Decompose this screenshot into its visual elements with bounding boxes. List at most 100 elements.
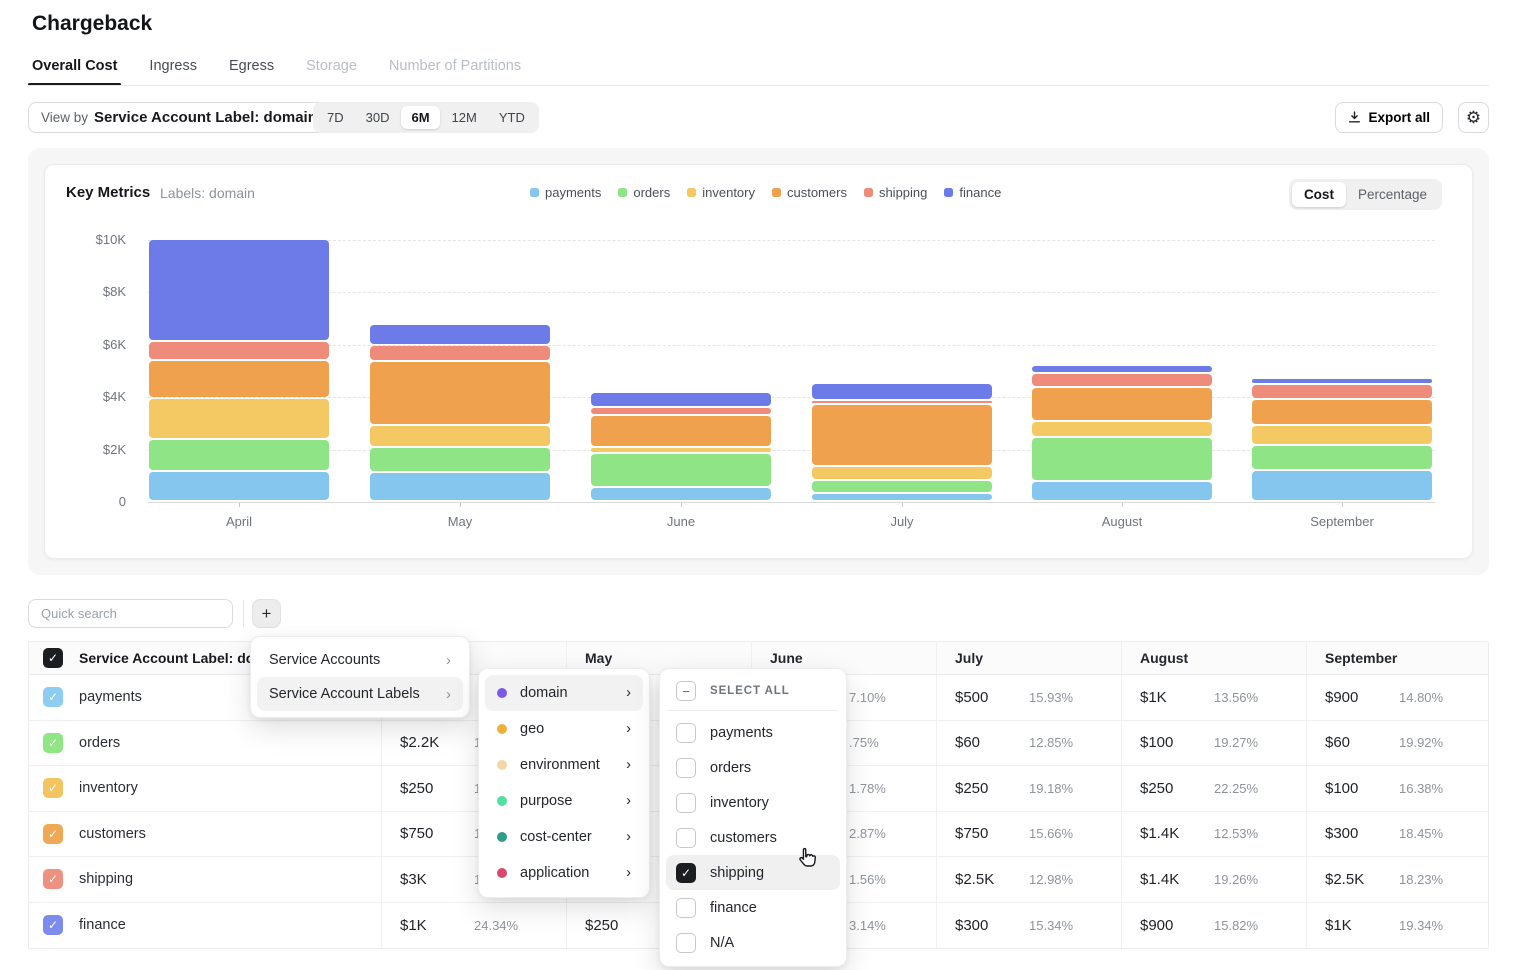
value-option-finance[interactable]: finance: [666, 890, 840, 925]
bar-segment-inventory: [1032, 422, 1212, 436]
cell-percentage: 22.25%: [1214, 781, 1258, 796]
value-option-label: inventory: [710, 795, 769, 811]
legend-item-finance[interactable]: finance: [944, 185, 1001, 200]
row-checkbox-inventory[interactable]: ✓: [43, 778, 63, 798]
value-checkbox-finance[interactable]: [676, 898, 696, 918]
tab-storage[interactable]: Storage: [306, 58, 357, 86]
bar-segment-inventory: [812, 467, 992, 479]
export-all-button[interactable]: Export all: [1335, 102, 1443, 133]
label-color-dot: [497, 796, 507, 806]
cell-august: $1.4K19.26%: [1121, 857, 1306, 902]
range-12m[interactable]: 12M: [442, 106, 487, 129]
cell-september: $6019.92%: [1306, 721, 1490, 766]
value-checkbox-orders[interactable]: [676, 758, 696, 778]
range-6m[interactable]: 6M: [401, 106, 439, 129]
x-axis-label: July: [812, 514, 992, 529]
submenu-item-purpose[interactable]: purpose›: [485, 783, 643, 819]
cell-value: $750: [955, 825, 1029, 842]
label-values-dropdown: −SELECT ALL paymentsorders inventory custom…: [659, 668, 847, 967]
value-option-customers[interactable]: customers: [666, 820, 840, 855]
value-checkbox-payments[interactable]: [676, 723, 696, 743]
search-input[interactable]: [28, 599, 233, 628]
select-all-rows-checkbox[interactable]: ✓: [43, 648, 63, 668]
bar-segment-finance: [812, 384, 992, 399]
value-option-inventory[interactable]: inventory: [666, 785, 840, 820]
settings-button[interactable]: ⚙: [1458, 102, 1489, 133]
cell-september: $10016.38%: [1306, 766, 1490, 811]
row-label-cell: ✓shipping: [29, 857, 381, 902]
tab-egress[interactable]: Egress: [229, 58, 274, 86]
submenu-item-label: purpose: [520, 793, 613, 809]
cell-august: $25022.25%: [1121, 766, 1306, 811]
value-option-shipping[interactable]: ✓ shipping: [666, 855, 840, 890]
select-all-checkbox[interactable]: −: [676, 681, 696, 701]
bar-segment-finance: [370, 325, 550, 344]
x-axis-label: April: [149, 514, 329, 529]
bar-segment-payments: [1252, 471, 1432, 500]
tab-number-of-partitions[interactable]: Number of Partitions: [389, 58, 521, 86]
legend-label: inventory: [702, 185, 755, 200]
add-column-button[interactable]: +: [252, 599, 281, 628]
cell-september: $2.5K18.23%: [1306, 857, 1490, 902]
cell-value: $2.5K: [1325, 871, 1399, 888]
legend-label: finance: [959, 185, 1001, 200]
select-all-row[interactable]: −SELECT ALL: [666, 675, 840, 707]
submenu-item-domain[interactable]: domain ›: [485, 675, 643, 711]
row-checkbox-finance[interactable]: ✓: [43, 915, 63, 935]
gridline: [148, 450, 1435, 451]
menu-item-service-account-labels[interactable]: Service Account Labels›: [257, 677, 463, 711]
value-option-payments[interactable]: payments: [666, 715, 840, 750]
view-by-dropdown[interactable]: View by Service Account Label: domain: [28, 102, 347, 133]
value-option-label: shipping: [710, 865, 764, 881]
row-checkbox-shipping[interactable]: ✓: [43, 869, 63, 889]
value-checkbox-shipping[interactable]: ✓: [676, 863, 696, 883]
value-option-orders[interactable]: orders: [666, 750, 840, 785]
cell-percentage: 12.53%: [1214, 826, 1258, 841]
toggle-cost[interactable]: Cost: [1292, 182, 1346, 207]
cell-percentage: 19.27%: [1214, 735, 1258, 750]
tab-overall-cost[interactable]: Overall Cost: [32, 58, 117, 86]
bar-segment-orders: [370, 448, 550, 471]
chevron-right-icon: ›: [626, 757, 631, 773]
range-ytd[interactable]: YTD: [489, 106, 535, 129]
cell-value: $1.4K: [1140, 825, 1214, 842]
range-7d[interactable]: 7D: [317, 106, 354, 129]
toggle-percentage[interactable]: Percentage: [1346, 182, 1439, 207]
submenu-item-geo[interactable]: geo›: [485, 711, 643, 747]
row-checkbox-orders[interactable]: ✓: [43, 733, 63, 753]
legend-item-orders[interactable]: orders: [618, 185, 670, 200]
row-label-cell: ✓finance: [29, 903, 381, 949]
cell-percentage: 7.10%: [849, 690, 886, 705]
legend-item-payments[interactable]: payments: [530, 185, 601, 200]
value-option-na[interactable]: N/A: [666, 925, 840, 960]
bar-segment-shipping: [591, 408, 771, 414]
legend-item-customers[interactable]: customers: [772, 185, 847, 200]
add-menu: Service Accounts›Service Account Labels›: [250, 636, 470, 718]
submenu-item-cost-center[interactable]: cost-center›: [485, 819, 643, 855]
value-checkbox-inventory[interactable]: [676, 793, 696, 813]
x-axis-label: June: [591, 514, 771, 529]
y-axis-label: $6K: [66, 337, 126, 352]
legend-item-shipping[interactable]: shipping: [864, 185, 927, 200]
legend-swatch-inventory: [687, 188, 696, 197]
cell-percentage: 18.45%: [1399, 826, 1443, 841]
cell-percentage: 13.56%: [1214, 690, 1258, 705]
row-checkbox-payments[interactable]: ✓: [43, 687, 63, 707]
submenu-item-environment[interactable]: environment›: [485, 747, 643, 783]
row-checkbox-customers[interactable]: ✓: [43, 824, 63, 844]
range-30d[interactable]: 30D: [356, 106, 400, 129]
value-checkbox-na[interactable]: [676, 933, 696, 953]
legend-item-inventory[interactable]: inventory: [687, 185, 755, 200]
menu-item-service-accounts[interactable]: Service Accounts›: [257, 643, 463, 677]
column-header-august: August: [1121, 642, 1306, 674]
cell-august: $1K13.56%: [1121, 675, 1306, 720]
submenu-item-label: domain: [520, 685, 613, 701]
value-checkbox-customers[interactable]: [676, 828, 696, 848]
submenu-item-application[interactable]: application›: [485, 855, 643, 891]
chevron-right-icon: ›: [626, 685, 631, 701]
tab-ingress[interactable]: Ingress: [149, 58, 197, 86]
cell-percentage: 15.82%: [1214, 918, 1258, 933]
key-metrics-title: Key Metrics: [66, 184, 150, 201]
legend-label: orders: [633, 185, 670, 200]
cell-september: $90014.80%: [1306, 675, 1490, 720]
